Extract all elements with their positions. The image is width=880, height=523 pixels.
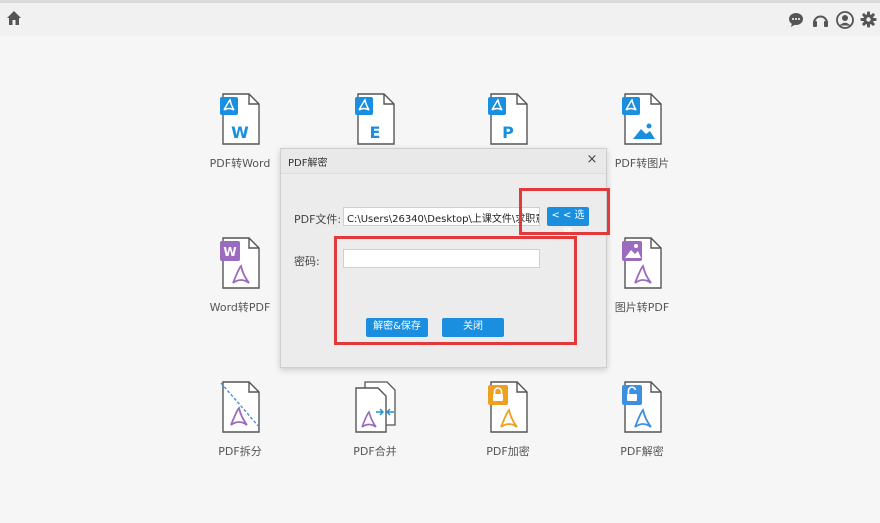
dialog-title: PDF解密 — [288, 158, 328, 169]
tool-label: PDF加密 — [486, 445, 530, 458]
password-label: 密码: — [294, 255, 320, 268]
headset-icon[interactable] — [811, 11, 829, 29]
dialog-title-bar[interactable]: PDF解密 × — [281, 149, 606, 174]
svg-text:W: W — [231, 123, 249, 142]
tool-pdf-encrypt[interactable]: PDF加密 — [448, 381, 568, 459]
tool-label: PDF合并 — [353, 445, 397, 458]
tool-pdf-split[interactable]: PDF拆分 — [180, 381, 300, 459]
close-icon[interactable]: × — [584, 152, 600, 168]
image-to-pdf-icon — [622, 237, 662, 289]
svg-text:E: E — [370, 123, 381, 142]
pdf-to-image-icon — [622, 93, 662, 145]
word-to-pdf-icon: W — [220, 237, 260, 289]
tool-pdf-merge[interactable]: PDF合并 — [315, 381, 435, 459]
user-icon[interactable] — [835, 10, 854, 29]
pdf-to-ppt-icon: P — [488, 93, 528, 145]
tool-pdf-to-excel[interactable]: E — [315, 93, 435, 149]
tool-label: PDF拆分 — [218, 445, 262, 458]
svg-text:W: W — [223, 245, 236, 259]
highlight-box-password — [334, 236, 577, 345]
tool-pdf-to-ppt[interactable]: P — [448, 93, 568, 149]
pdf-decrypt-icon — [622, 381, 662, 433]
pdf-encrypt-icon — [488, 381, 528, 433]
top-bar — [0, 0, 880, 36]
chat-icon[interactable] — [787, 11, 805, 29]
tool-pdf-decrypt[interactable]: PDF解密 — [582, 381, 702, 459]
file-path-field[interactable]: C:\Users\26340\Desktop\上课文件\求职意向.pdf — [343, 207, 540, 226]
highlight-box-select — [519, 188, 610, 235]
pdf-to-excel-icon: E — [355, 93, 395, 145]
pdf-merge-icon — [355, 381, 396, 433]
home-icon[interactable] — [5, 9, 23, 27]
gear-icon[interactable] — [859, 10, 878, 29]
pdf-to-word-icon: W — [220, 93, 260, 145]
tool-label: PDF解密 — [620, 445, 664, 458]
pdf-split-icon — [220, 381, 261, 433]
file-label: PDF文件: — [294, 213, 342, 226]
svg-text:P: P — [502, 123, 514, 142]
